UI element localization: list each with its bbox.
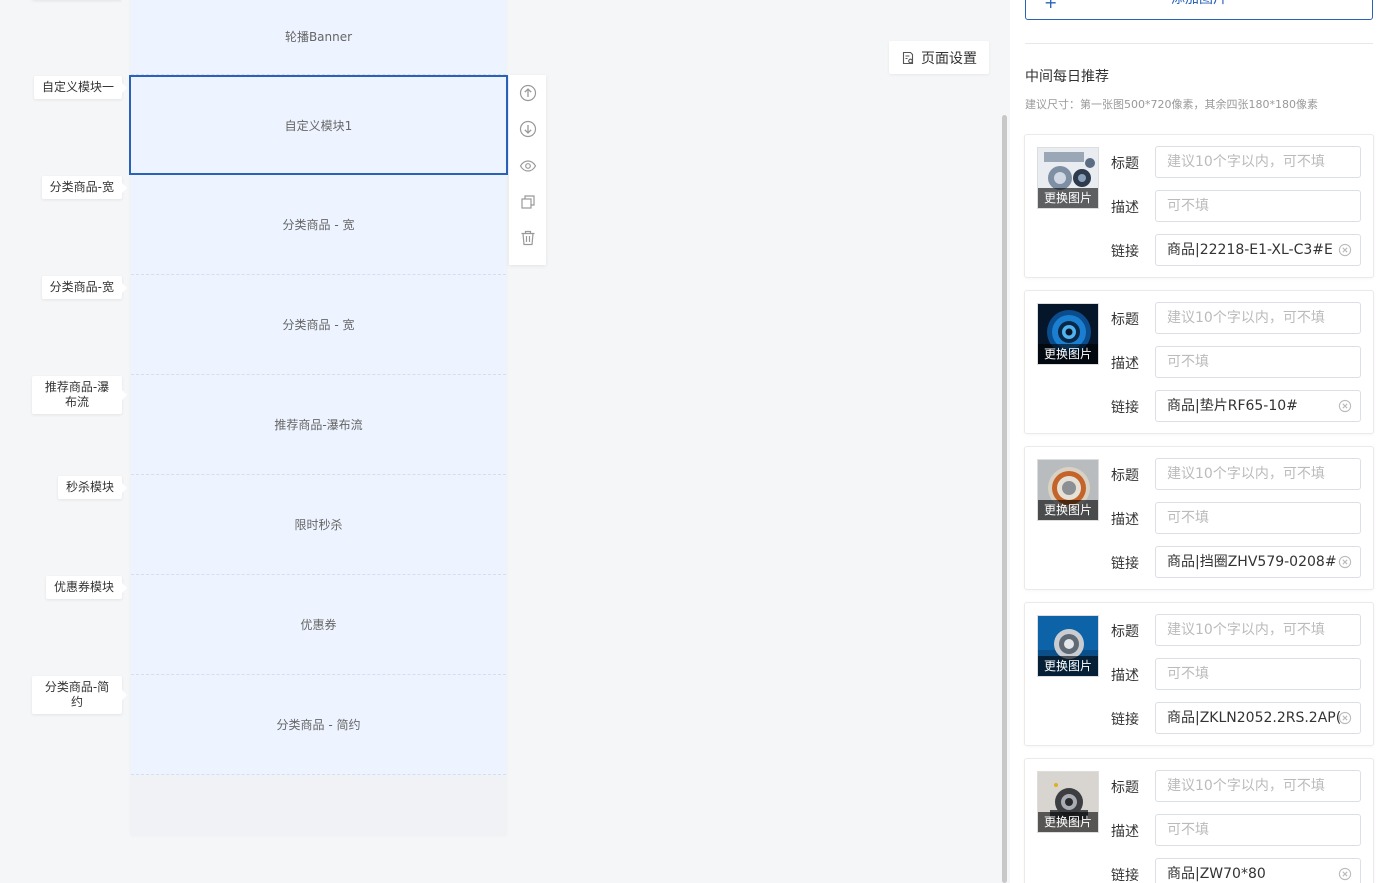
module-label[interactable]: 分类商品-宽	[41, 176, 128, 199]
link-value: 商品|ZKLN2052.2RS.2AP(	[1167, 710, 1342, 726]
page-setting-icon	[902, 51, 914, 64]
change-image-button[interactable]: 更换图片	[1038, 812, 1098, 832]
module-label[interactable]: 分类商品-宽	[41, 276, 128, 299]
module-toolbar	[509, 75, 546, 265]
link-input[interactable]: 商品|挡圈ZHV579-0208#	[1155, 546, 1361, 578]
module-label[interactable]: 秒杀模块	[57, 476, 128, 499]
link-input[interactable]: 商品|ZKLN2052.2RS.2AP(	[1155, 702, 1361, 734]
preview-canvas: 轮播Banner 自定义模块1 分类商品 - 宽 分类商品 - 宽 推荐商品-瀑…	[129, 0, 508, 835]
module-title: 推荐商品-瀑布流	[274, 418, 363, 432]
module-label[interactable]: 分类商品-简约	[32, 676, 127, 714]
title-input[interactable]: 建议10个字以内，可不填	[1155, 146, 1361, 178]
title-label: 标题	[1111, 312, 1139, 328]
module-category-simple[interactable]: 分类商品 - 简约	[131, 675, 506, 775]
module-label[interactable]: 优惠券模块	[45, 576, 128, 599]
title-input[interactable]: 建议10个字以内，可不填	[1155, 614, 1361, 646]
link-input[interactable]: 商品|垫片RF65-10#	[1155, 390, 1361, 422]
arrow-up-circle-icon[interactable]	[518, 84, 538, 102]
product-thumbnail[interactable]: 更换图片	[1037, 459, 1099, 521]
desc-label: 描述	[1111, 200, 1139, 216]
clear-icon[interactable]	[1338, 399, 1352, 413]
page-setting-button[interactable]: 页面设置	[889, 41, 989, 74]
trash-icon[interactable]	[518, 229, 538, 247]
title-label: 标题	[1111, 468, 1139, 484]
divider	[1025, 43, 1373, 44]
change-image-button[interactable]: 更换图片	[1038, 656, 1098, 676]
recommend-card: 更换图片 标题 建议10个字以内，可不填 描述 可不填 链接 商品|ZKLN20…	[1024, 602, 1374, 746]
link-label: 链接	[1111, 556, 1139, 572]
desc-label: 描述	[1111, 668, 1139, 684]
link-input[interactable]: 商品|ZW70*80	[1155, 858, 1361, 883]
scrollbar-thumb[interactable]	[1002, 115, 1007, 883]
link-value: 商品|22218-E1-XL-C3#E	[1167, 242, 1333, 258]
link-value: 商品|垫片RF65-10#	[1167, 398, 1298, 414]
desc-input[interactable]: 可不填	[1155, 502, 1361, 534]
change-image-button[interactable]: 更换图片	[1038, 500, 1098, 520]
title-input[interactable]: 建议10个字以内，可不填	[1155, 770, 1361, 802]
plus-icon: +	[1044, 0, 1058, 12]
link-value: 商品|ZW70*80	[1167, 866, 1266, 882]
clear-icon[interactable]	[1338, 867, 1352, 881]
module-title: 分类商品 - 宽	[282, 318, 355, 332]
module-title: 自定义模块1	[284, 118, 353, 133]
link-input[interactable]: 商品|22218-E1-XL-C3#E	[1155, 234, 1361, 266]
desc-input[interactable]: 可不填	[1155, 814, 1361, 846]
scrollbar[interactable]	[1000, 0, 1010, 883]
module-custom-selected[interactable]: 自定义模块1	[129, 75, 508, 175]
title-label: 标题	[1111, 624, 1139, 640]
section-title: 中间每日推荐	[1025, 69, 1109, 85]
eye-icon[interactable]	[518, 156, 538, 174]
product-thumbnail[interactable]: 更换图片	[1037, 147, 1099, 209]
settings-panel: + 添加图片 中间每日推荐 建议尺寸：第一张图500*720像素，其余四张180…	[1010, 0, 1386, 883]
product-thumbnail[interactable]: 更换图片	[1037, 771, 1099, 833]
change-image-button[interactable]: 更换图片	[1038, 188, 1098, 208]
add-image-label: 添加图片	[1171, 0, 1227, 8]
product-thumbnail[interactable]: 更换图片	[1037, 615, 1099, 677]
arrow-down-circle-icon[interactable]	[518, 120, 538, 138]
module-title: 分类商品 - 简约	[276, 718, 361, 732]
module-category-wide[interactable]: 分类商品 - 宽	[131, 175, 506, 275]
copy-icon[interactable]	[518, 193, 538, 211]
clear-icon[interactable]	[1338, 711, 1352, 725]
section-hint: 建议尺寸：第一张图500*720像素，其余四张180*180像素	[1025, 98, 1318, 111]
desc-input[interactable]: 可不填	[1155, 658, 1361, 690]
module-labels: 自定义模块一 分类商品-宽 分类商品-宽 推荐商品-瀑布流 秒杀模块 优惠券模块…	[0, 0, 130, 883]
add-image-button[interactable]: + 添加图片	[1025, 0, 1373, 20]
desc-label: 描述	[1111, 356, 1139, 372]
module-category-wide[interactable]: 分类商品 - 宽	[131, 275, 506, 375]
desc-label: 描述	[1111, 824, 1139, 840]
recommend-card: 更换图片 标题 建议10个字以内，可不填 描述 可不填 链接 商品|挡圈ZHV5…	[1024, 446, 1374, 590]
clear-icon[interactable]	[1338, 243, 1352, 257]
link-label: 链接	[1111, 244, 1139, 260]
recommend-card: 更换图片 标题 建议10个字以内，可不填 描述 可不填 链接 商品|ZW70*8…	[1024, 758, 1374, 883]
title-label: 标题	[1111, 156, 1139, 172]
module-recommend-waterfall[interactable]: 推荐商品-瀑布流	[131, 375, 506, 475]
module-title: 优惠券	[300, 618, 337, 632]
module-title: 分类商品 - 宽	[282, 218, 355, 232]
recommend-card: 更换图片 标题 建议10个字以内，可不填 描述 可不填 链接 商品|垫片RF65…	[1024, 290, 1374, 434]
desc-label: 描述	[1111, 512, 1139, 528]
title-label: 标题	[1111, 780, 1139, 796]
product-thumbnail[interactable]: 更换图片	[1037, 303, 1099, 365]
link-label: 链接	[1111, 868, 1139, 883]
module-label[interactable]: 自定义模块一	[33, 76, 128, 99]
module-banner[interactable]: 轮播Banner	[131, 0, 506, 75]
module-title: 限时秒杀	[294, 518, 343, 532]
recommend-card: 更换图片 标题 建议10个字以内，可不填 描述 可不填 链接 商品|22218-…	[1024, 134, 1374, 278]
link-label: 链接	[1111, 712, 1139, 728]
link-value: 商品|挡圈ZHV579-0208#	[1167, 554, 1337, 570]
change-image-button[interactable]: 更换图片	[1038, 344, 1098, 364]
page-setting-label: 页面设置	[921, 50, 977, 67]
desc-input[interactable]: 可不填	[1155, 346, 1361, 378]
desc-input[interactable]: 可不填	[1155, 190, 1361, 222]
module-flash-sale[interactable]: 限时秒杀	[131, 475, 506, 575]
module-coupon[interactable]: 优惠券	[131, 575, 506, 675]
module-label[interactable]: 推荐商品-瀑布流	[32, 376, 127, 414]
title-input[interactable]: 建议10个字以内，可不填	[1155, 302, 1361, 334]
title-input[interactable]: 建议10个字以内，可不填	[1155, 458, 1361, 490]
clear-icon[interactable]	[1338, 555, 1352, 569]
module-title: 轮播Banner	[284, 30, 353, 44]
link-label: 链接	[1111, 400, 1139, 416]
